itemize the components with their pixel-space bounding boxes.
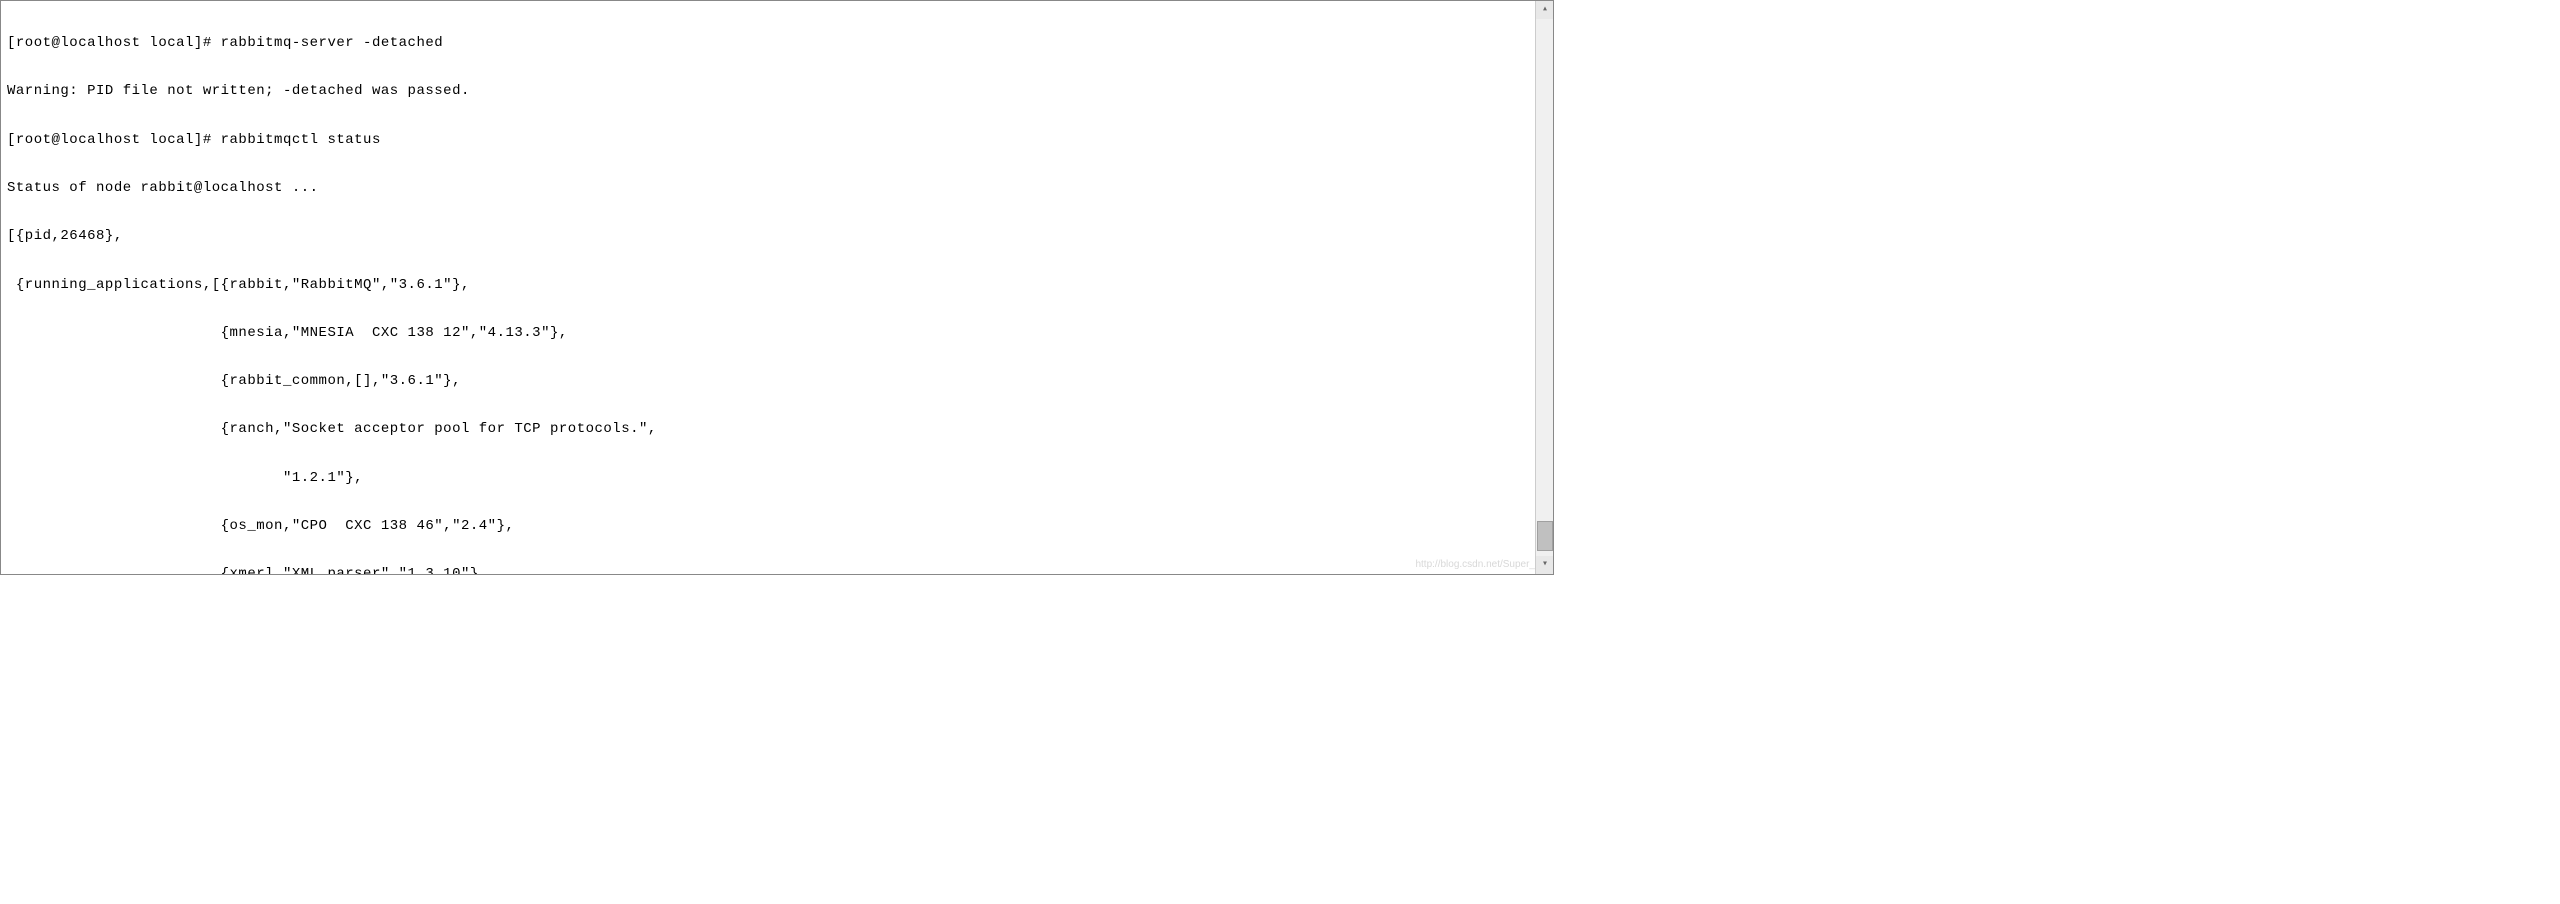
terminal-window: [root@localhost local]# rabbitmq-server …: [0, 0, 1554, 575]
terminal-line: {mnesia,"MNESIA CXC 138 12","4.13.3"},: [7, 325, 1547, 341]
chevron-down-icon: ▾: [1542, 559, 1548, 571]
terminal-line: Warning: PID file not written; -detached…: [7, 83, 1547, 99]
terminal-line: Status of node rabbit@localhost ...: [7, 180, 1547, 196]
terminal-line: "1.2.1"},: [7, 470, 1547, 486]
watermark-text: http://blog.csdn.net/Super_: [1415, 559, 1535, 571]
terminal-line: {running_applications,[{rabbit,"RabbitMQ…: [7, 277, 1547, 293]
terminal-line: [root@localhost local]# rabbitmq-server …: [7, 35, 1547, 51]
terminal-line: [root@localhost local]# rabbitmqctl stat…: [7, 132, 1547, 148]
terminal-output[interactable]: [root@localhost local]# rabbitmq-server …: [1, 1, 1553, 575]
scrollbar-up-arrow-icon[interactable]: ▴: [1536, 1, 1554, 19]
vertical-scrollbar[interactable]: ▴ ▾: [1535, 1, 1553, 574]
terminal-line: {ranch,"Socket acceptor pool for TCP pro…: [7, 421, 1547, 437]
terminal-line: {xmerl,"XML parser","1.3.10"},: [7, 566, 1547, 575]
scrollbar-down-arrow-icon[interactable]: ▾: [1536, 556, 1554, 574]
terminal-line: [{pid,26468},: [7, 228, 1547, 244]
terminal-line: {os_mon,"CPO CXC 138 46","2.4"},: [7, 518, 1547, 534]
chevron-up-icon: ▴: [1542, 4, 1548, 16]
scrollbar-thumb[interactable]: [1537, 521, 1553, 551]
terminal-line: {rabbit_common,[],"3.6.1"},: [7, 373, 1547, 389]
